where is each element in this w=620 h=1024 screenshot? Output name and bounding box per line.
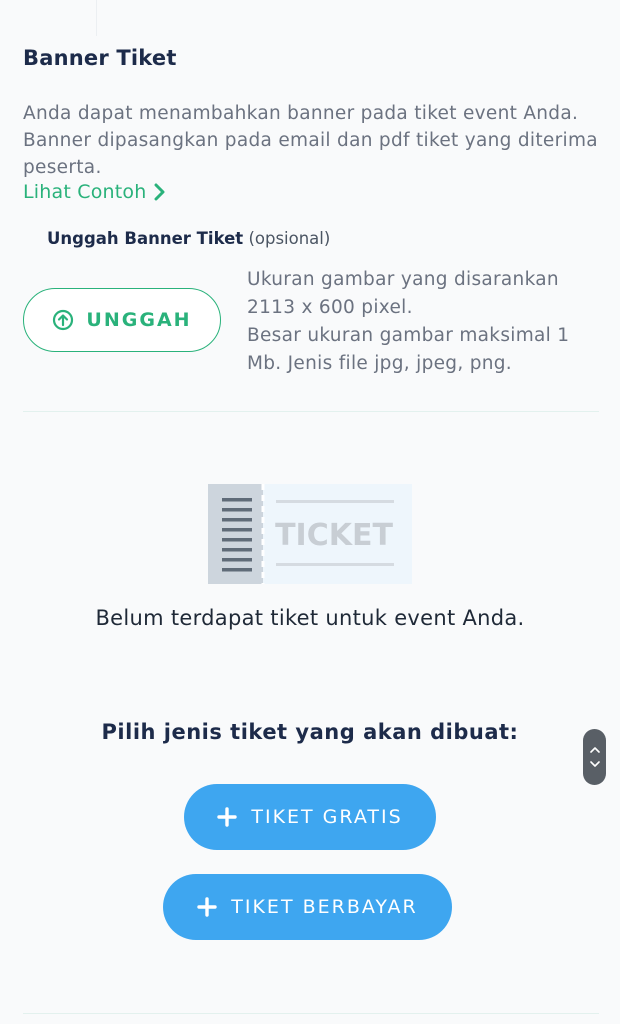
section-divider	[23, 411, 599, 412]
upload-button[interactable]: UNGGAH	[23, 288, 221, 352]
upload-hint-line: 2113 x 600 pixel.	[247, 297, 413, 318]
bottom-divider	[23, 1013, 599, 1014]
free-ticket-label: TIKET GRATIS	[251, 806, 403, 828]
upload-optional-text: (opsional)	[248, 229, 331, 248]
plus-icon	[217, 807, 238, 827]
chevron-down-icon[interactable]	[589, 761, 600, 768]
banner-description: Anda dapat menambahkan banner pada tiket…	[23, 103, 598, 178]
see-example-link[interactable]: Lihat Contoh	[23, 181, 167, 203]
upload-button-label: UNGGAH	[86, 309, 192, 331]
upload-hint: Ukuran gambar yang disarankan 2113 x 600…	[247, 266, 592, 378]
empty-tickets-message: Belum terdapat tiket untuk event Anda.	[95, 606, 525, 630]
chevron-up-icon[interactable]	[589, 746, 600, 753]
plus-icon	[197, 897, 217, 917]
upload-label-text: Unggah Banner Tiket	[47, 229, 244, 248]
add-free-ticket-button[interactable]: TIKET GRATIS	[184, 784, 436, 850]
ticket-illustration-icon: TICKET	[208, 484, 412, 584]
paid-ticket-label: TIKET BERBAYAR	[231, 896, 418, 918]
arrow-up-circle-icon	[53, 309, 74, 331]
banner-section-title: Banner Tiket	[23, 46, 177, 70]
choose-ticket-type-heading: Pilih jenis tiket yang akan dibuat:	[101, 720, 519, 744]
upload-banner-label: Unggah Banner Tiket (opsional)	[47, 229, 330, 248]
top-divider-fragment	[96, 0, 97, 36]
upload-hint-line: Ukuran gambar yang disarankan	[247, 269, 559, 290]
scroll-navigator[interactable]	[583, 729, 606, 785]
chevron-right-icon	[154, 183, 164, 201]
ticket-illustration-text: TICKET	[275, 518, 393, 553]
upload-hint-line: Mb. Jenis file jpg, jpeg, png.	[247, 353, 512, 374]
see-example-label: Lihat Contoh	[23, 181, 147, 203]
add-paid-ticket-button[interactable]: TIKET BERBAYAR	[163, 874, 452, 940]
upload-hint-line: Besar ukuran gambar maksimal 1	[247, 325, 570, 346]
